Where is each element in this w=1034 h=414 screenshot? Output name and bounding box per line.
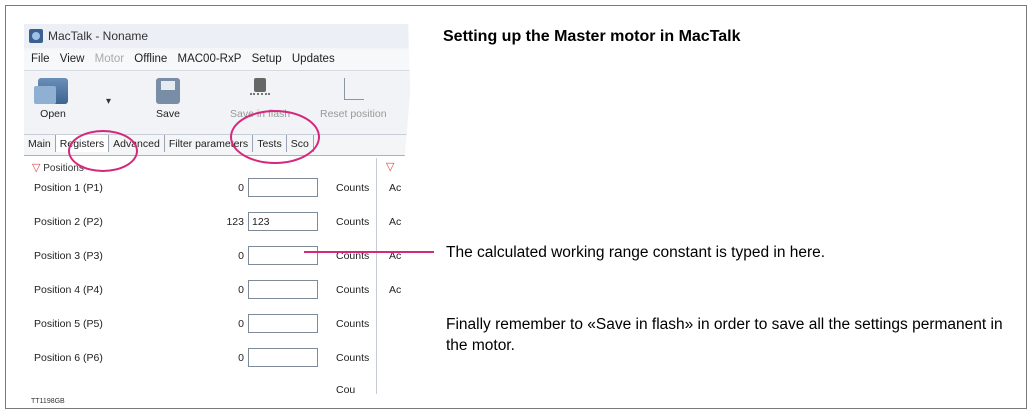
register-input[interactable]: 123 [248,212,318,231]
folder-icon [34,78,68,104]
callout-text: The calculated working range constant is… [446,244,826,261]
register-value: 0 [238,352,244,364]
register-value: 0 [238,284,244,296]
register-label: Position 1 (P1) [34,182,103,194]
register-input[interactable] [248,178,318,197]
register-row: Position 2 (P2) 123 123 Counts Ac [24,212,410,234]
register-label: Position 4 (P4) [34,284,103,296]
mactalk-screenshot: MacTalk - Noname File View Motor Offline… [24,24,411,394]
register-unit: Counts [336,352,370,364]
register-input[interactable] [248,314,318,333]
register-row: Position 4 (P4) 0 Counts Ac [24,280,410,302]
highlight-oval-save-in-flash [230,110,320,164]
app-icon [29,29,43,43]
figure-heading: Setting up the Master motor in MacTalk [443,28,741,45]
title-bar: MacTalk - Noname [24,24,411,48]
final-note: Finally remember to «Save in flash» in o… [446,316,1003,354]
register-row: Position 1 (P1) 0 Counts Ac [24,178,410,200]
register-value: 0 [238,250,244,262]
save-label: Save [156,108,180,120]
reset-position-button[interactable]: Reset position [320,78,387,120]
figure-code: TT1198GB [31,398,65,405]
right-column-label: Ac [389,216,402,228]
register-label: Position 3 (P3) [34,250,103,262]
register-unit: Counts [336,284,370,296]
highlight-oval-registers-tab [68,130,138,172]
registers-panel: ▽ Positions ▽ Position 1 (P1) 0 Counts A… [24,156,411,394]
figure-frame: MacTalk - Noname File View Motor Offline… [5,5,1027,409]
tab-main[interactable]: Main [24,135,56,152]
register-unit: Counts [336,182,370,194]
menu-offline[interactable]: Offline [134,53,167,65]
save-button[interactable]: Save [156,78,180,120]
register-value: 0 [238,182,244,194]
register-unit: Counts [336,318,370,330]
right-column-label: Ac [389,182,402,194]
register-unit: Counts [336,216,370,228]
menu-file[interactable]: File [31,53,50,65]
collapse-triangle-icon[interactable]: ▽ [386,160,394,173]
register-input[interactable] [248,246,318,265]
register-label: Position 5 (P5) [34,318,103,330]
register-row: Position 5 (P5) 0 Counts [24,314,410,336]
menu-view[interactable]: View [60,53,85,65]
axis-graph-icon [340,78,366,104]
open-label: Open [40,108,66,120]
window-title: MacTalk - Noname [48,29,149,43]
register-row: Position 3 (P3) 0 Counts Ac [24,246,410,268]
menu-updates[interactable]: Updates [292,53,335,65]
right-column-label: Ac [389,284,402,296]
menu-mac00-rxp[interactable]: MAC00-RxP [178,53,242,65]
register-unit: Cou [336,384,356,394]
callout-pointer-line [304,251,434,253]
open-button[interactable]: Open [34,78,68,120]
menu-bar: File View Motor Offline MAC00-RxP Setup … [24,50,411,71]
register-value: 123 [226,216,244,228]
register-row-partial: Cou [24,380,410,394]
menu-motor: Motor [94,53,125,65]
register-label: Position 6 (P6) [34,352,103,364]
menu-setup[interactable]: Setup [252,53,282,65]
toolbar: Open ▾ Save Save in flash Reset position [24,72,411,135]
register-label: Position 2 (P2) [34,216,103,228]
register-input[interactable] [248,348,318,367]
chip-icon [248,78,272,104]
register-input[interactable] [248,280,318,299]
register-value: 0 [238,318,244,330]
floppy-disk-icon [156,78,180,104]
collapse-triangle-icon[interactable]: ▽ [32,162,40,174]
dropdown-caret-icon[interactable]: ▾ [106,96,111,107]
reset-position-label: Reset position [320,108,387,120]
register-row: Position 6 (P6) 0 Counts [24,348,410,370]
